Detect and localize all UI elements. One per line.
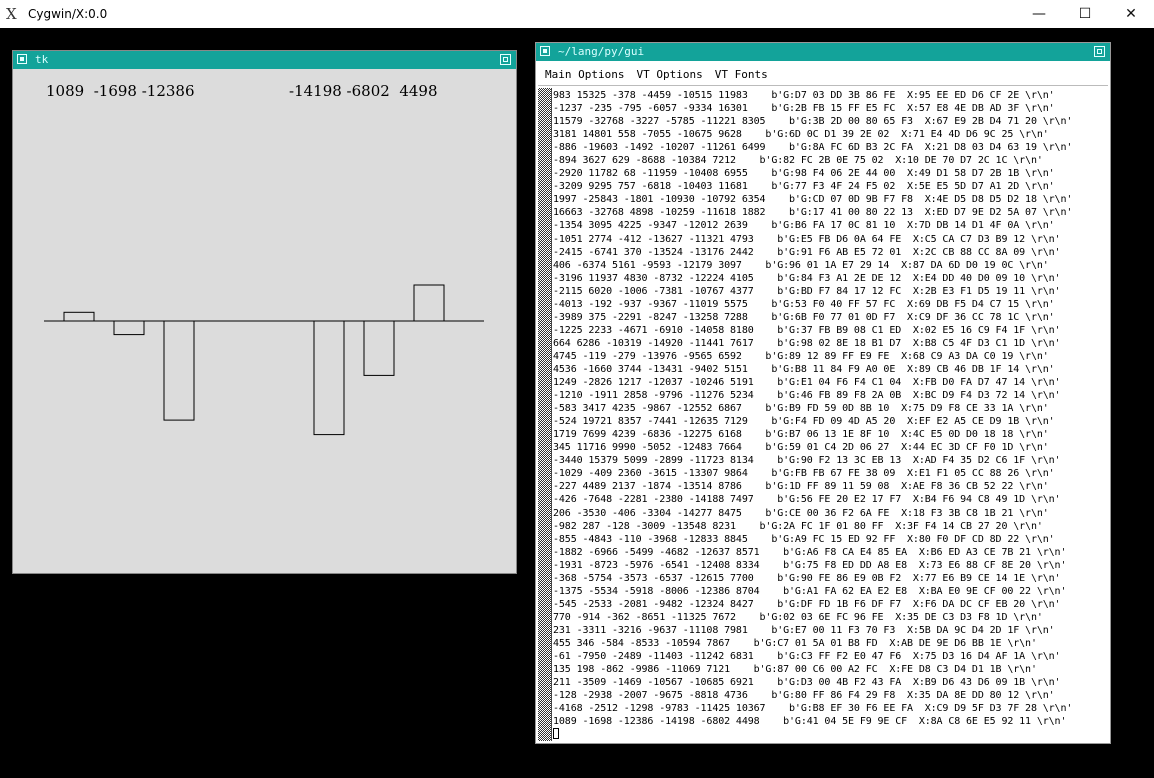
tk-window: tk 1089 -1698 -12386 -14198 -6802 4498 xyxy=(12,50,517,574)
terminal-line: 231 -3311 -3216 -9637 -11108 7981 b'G:E7… xyxy=(553,624,1055,636)
terminal-line: -1354 3095 4225 -9347 -12012 2639 b'G:B6… xyxy=(553,220,1055,232)
terminal-line: -583 3417 4235 -9867 -12552 6867 b'G:B9 … xyxy=(553,403,1049,415)
right-values-label: -14198 -6802 4498 xyxy=(289,82,438,100)
terminal-line: -3209 9295 757 -6818 -10403 11681 b'G:77… xyxy=(553,181,1055,193)
terminal-line: -1210 -1911 2858 -9796 -11276 5234 b'G:4… xyxy=(553,390,1061,402)
terminal-line: 4536 -1660 3744 -13431 -9402 5151 b'G:B8… xyxy=(553,363,1055,375)
terminal-line: -545 -2533 -2081 -9482 -12324 8427 b'G:D… xyxy=(553,598,1061,610)
terminal-line: -524 19721 8357 -7441 -12635 7129 b'G:F4… xyxy=(553,416,1055,428)
window-menu-icon[interactable] xyxy=(17,54,27,64)
terminal-line: -1225 2233 -4671 -6910 -14058 8180 b'G:3… xyxy=(553,324,1061,336)
terminal-line: 345 11716 9990 -5052 -12483 7664 b'G:59 … xyxy=(553,442,1049,454)
terminal-line: -982 287 -128 -3009 -13548 8231 b'G:2A F… xyxy=(553,520,1043,532)
xterm-menubar: Main Options VT Options VT Fonts xyxy=(538,63,1108,86)
host-titlebar[interactable]: X Cygwin/X:0.0 — ☐ ✕ xyxy=(0,0,1154,28)
terminal-line: -3440 15379 5099 -2899 -11723 8134 b'G:9… xyxy=(553,455,1061,467)
tk-window-title: tk xyxy=(35,53,49,66)
terminal-line: -2115 6020 -1006 -7381 -10767 4377 b'G:B… xyxy=(553,285,1061,297)
menu-vt-options[interactable]: VT Options xyxy=(636,68,702,81)
terminal-line: -855 -4843 -110 -3968 -12833 8845 b'G:A9… xyxy=(553,533,1055,545)
terminal-line: -1375 -5534 -5918 -8006 -12386 8704 b'G:… xyxy=(553,585,1067,597)
terminal-line: -3989 375 -2291 -8247 -13258 7288 b'G:6B… xyxy=(553,311,1055,323)
terminal-line: -61 -7950 -2489 -11403 -11242 6831 b'G:C… xyxy=(553,651,1061,663)
terminal-line: -4013 -192 -937 -9367 -11019 5575 b'G:53… xyxy=(553,298,1055,310)
menu-vt-fonts[interactable]: VT Fonts xyxy=(715,68,768,81)
maximize-button[interactable]: ☐ xyxy=(1062,0,1108,28)
terminal-line: -886 -19603 -1492 -10207 -11261 6499 b'G… xyxy=(553,142,1073,154)
terminal-line: 1249 -2826 1217 -12037 -10246 5191 b'G:E… xyxy=(553,377,1061,389)
x11-logo-icon: X xyxy=(6,5,17,23)
bar--14198 xyxy=(313,320,345,436)
bars-group xyxy=(63,284,445,436)
maximize-icon[interactable] xyxy=(1094,46,1105,57)
terminal-line: 664 6286 -10319 -14920 -11441 7617 b'G:9… xyxy=(553,337,1061,349)
minimize-button[interactable]: — xyxy=(1016,0,1062,28)
terminal-cursor-line xyxy=(553,728,1108,741)
tk-titlebar[interactable]: tk xyxy=(13,51,516,69)
menu-main-options[interactable]: Main Options xyxy=(545,68,624,81)
xterm-titlebar[interactable]: ~/lang/py/gui xyxy=(536,43,1110,61)
terminal-line: 1997 -25843 -1801 -10930 -10792 6354 b'G… xyxy=(553,194,1073,206)
terminal-line: 770 -914 -362 -8651 -11325 7672 b'G:02 0… xyxy=(553,611,1043,623)
maximize-icon[interactable] xyxy=(500,54,511,65)
terminal-line: -1882 -6966 -5499 -4682 -12637 8571 b'G:… xyxy=(553,546,1067,558)
terminal-line: -128 -2938 -2007 -9675 -8818 4736 b'G:80… xyxy=(553,690,1055,702)
terminal-line: -4168 -2512 -1298 -9783 -11425 10367 b'G… xyxy=(553,703,1073,715)
terminal-line: 11579 -32768 -3227 -5785 -11221 8305 b'G… xyxy=(553,116,1073,128)
terminal-line: -894 3627 629 -8688 -10384 7212 b'G:82 F… xyxy=(553,155,1043,167)
terminal-line: 4745 -119 -279 -13976 -9565 6592 b'G:89 … xyxy=(553,350,1049,362)
terminal-line: 135 198 -862 -9986 -11069 7121 b'G:87 00… xyxy=(553,664,1037,676)
terminal-line: -1051 2774 -412 -13627 -11321 4793 b'G:E… xyxy=(553,233,1061,245)
host-window-controls: — ☐ ✕ xyxy=(1016,0,1154,28)
terminal-line: 16663 -32768 4898 -10259 -11618 1882 b'G… xyxy=(553,207,1073,219)
text-cursor xyxy=(553,728,559,740)
bar-chart: 1089 -1698 -12386 -14198 -6802 4498 xyxy=(44,82,484,436)
terminal-line: 1089 -1698 -12386 -14198 -6802 4498 b'G:… xyxy=(553,716,1067,728)
terminal-line: -227 4489 2137 -1874 -13514 8786 b'G:1D … xyxy=(553,481,1049,493)
left-values-label: 1089 -1698 -12386 xyxy=(46,82,195,100)
xterm-window-title: ~/lang/py/gui xyxy=(558,45,645,58)
window-menu-icon[interactable] xyxy=(540,46,550,56)
host-title: Cygwin/X:0.0 xyxy=(28,7,108,21)
close-button[interactable]: ✕ xyxy=(1108,0,1154,28)
terminal-line: -2920 11782 68 -11959 -10408 6955 b'G:98… xyxy=(553,168,1055,180)
bar-4498 xyxy=(413,284,445,322)
terminal-line: -2415 -6741 370 -13524 -13176 2442 b'G:9… xyxy=(553,246,1061,258)
terminal-line: -1237 -235 -795 -6057 -9334 16301 b'G:2B… xyxy=(553,103,1055,115)
terminal-line: 211 -3509 -1469 -10567 -10685 6921 b'G:D… xyxy=(553,677,1061,689)
terminal-line: 206 -3530 -406 -3304 -14277 8475 b'G:CE … xyxy=(553,507,1049,519)
terminal-line: 1719 7699 4239 -6836 -12275 6168 b'G:B7 … xyxy=(553,429,1049,441)
vertical-scrollbar[interactable] xyxy=(538,88,552,741)
xterm-window: ~/lang/py/gui Main Options VT Options VT… xyxy=(535,42,1111,744)
bar-1089 xyxy=(63,311,95,322)
terminal-line: -1931 -8723 -5976 -6541 -12408 8334 b'G:… xyxy=(553,559,1067,571)
bar--12386 xyxy=(163,320,195,421)
terminal-line: -368 -5754 -3573 -6537 -12615 7700 b'G:9… xyxy=(553,572,1061,584)
bar--1698 xyxy=(113,320,145,336)
terminal-line: 3181 14801 558 -7055 -10675 9628 b'G:6D … xyxy=(553,129,1049,141)
terminal-line: 455 346 -584 -8533 -10594 7867 b'G:C7 01… xyxy=(553,637,1037,649)
terminal-output[interactable]: 983 15325 -378 -4459 -10515 11983 b'G:D7… xyxy=(553,89,1108,741)
terminal-line: -1029 -409 2360 -3615 -13307 9864 b'G:FB… xyxy=(553,468,1055,480)
terminal-line: 983 15325 -378 -4459 -10515 11983 b'G:D7… xyxy=(553,90,1055,101)
terminal-line: -3196 11937 4830 -8732 -12224 4105 b'G:8… xyxy=(553,272,1061,284)
terminal-line: -426 -7648 -2281 -2380 -14188 7497 b'G:5… xyxy=(553,494,1061,506)
bar--6802 xyxy=(363,320,395,376)
terminal-line: 406 -6374 5161 -9593 -12179 3097 b'G:96 … xyxy=(553,259,1049,271)
